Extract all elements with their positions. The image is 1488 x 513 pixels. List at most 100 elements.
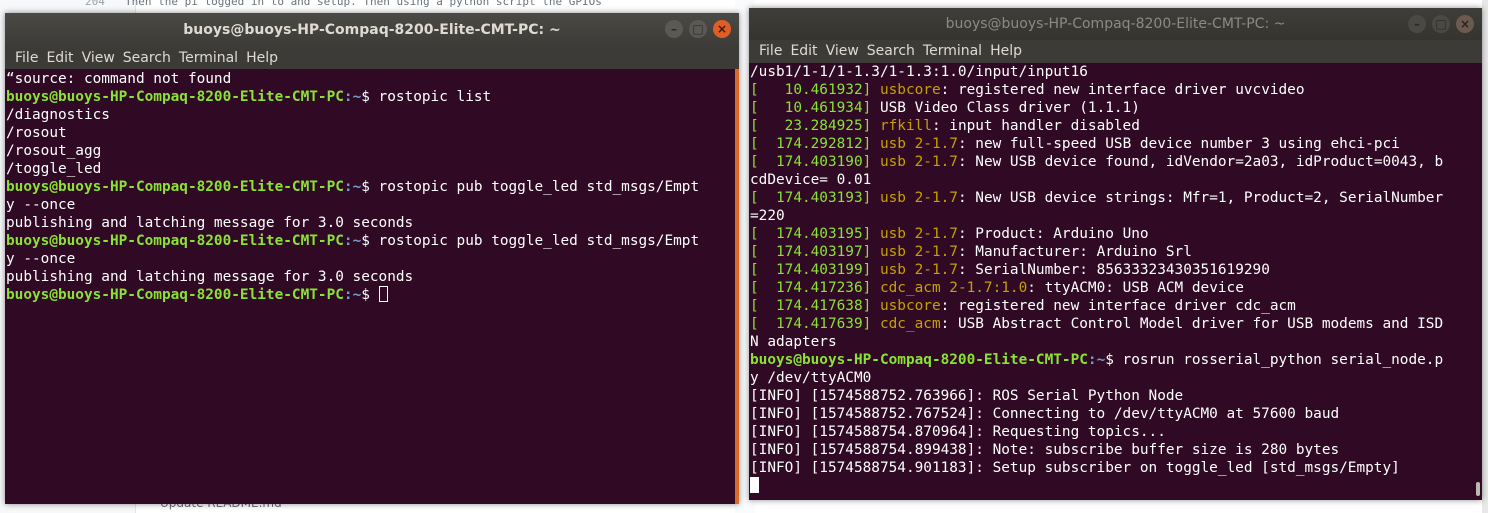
dmesg-device: rfkill (879, 118, 932, 134)
window-titlebar[interactable]: buoys@buoys-HP-Compaq-8200-Elite-CMT-PC:… (5, 13, 739, 47)
prompt-user: buoys@buoys-HP-Compaq-8200-Elite-CMT-PC (6, 89, 344, 105)
terminal-output[interactable]: “source: command not found buoys@buoys-HP… (5, 69, 739, 304)
menu-edit[interactable]: Edit (42, 47, 77, 69)
dmesg-line: =220 (750, 207, 1480, 225)
output-line: /rosout_agg (6, 143, 102, 159)
output-line: /toggle_led (6, 161, 102, 177)
dmesg-device: cdc_acm 2-1.7:1.0 (879, 280, 1028, 296)
menu-search[interactable]: Search (863, 40, 919, 63)
dmesg-message: : SerialNumber: 85633323430351619290 (957, 262, 1270, 278)
prompt-line: buoys@buoys-HP-Compaq-8200-Elite-CMT-PC:… (6, 232, 737, 250)
command-wrap: y /dev/ttyACM0 (750, 370, 872, 386)
dmesg-message: N adapters (750, 334, 837, 350)
line-number: 204 (85, 0, 105, 8)
prompt-path: :~ (1087, 352, 1106, 368)
prompt-path: :~ (343, 179, 362, 195)
dmesg-message: : registered new interface driver cdc_ac… (940, 298, 1296, 314)
window-title: buoys@buoys-HP-Compaq-8200-Elite-CMT-PC:… (183, 22, 561, 38)
menu-terminal[interactable]: Terminal (175, 47, 242, 69)
dmesg-device: usb 2-1.7 (879, 154, 958, 170)
terminal-window-right[interactable]: buoys@buoys-HP-Compaq-8200-Elite-CMT-PC:… (749, 8, 1482, 500)
dmesg-line: [ 174.403193] usb 2-1.7: New USB device … (750, 189, 1480, 207)
menu-help[interactable]: Help (242, 47, 282, 69)
menu-file[interactable]: File (11, 47, 42, 69)
dmesg-message: : New USB device strings: Mfr=1, Product… (957, 190, 1444, 206)
dmesg-timestamp: [ 23.284925] (750, 118, 872, 134)
menu-edit[interactable]: Edit (786, 40, 821, 63)
dmesg-message: : USB Abstract Control Model driver for … (940, 316, 1444, 332)
output-line: publishing and latching message for 3.0 … (6, 269, 414, 285)
info-line: [INFO] [1574588752.763966]: ROS Serial P… (750, 388, 1184, 404)
window-edge-highlight (735, 69, 739, 504)
menu-view[interactable]: View (78, 47, 119, 69)
dmesg-message: : New USB device found, idVendor=2a03, i… (957, 154, 1444, 170)
dmesg-device: usb 2-1.7 (879, 190, 958, 206)
dmesg-line: [ 174.403195] usb 2-1.7: Product: Arduin… (750, 225, 1480, 243)
prompt-user: buoys@buoys-HP-Compaq-8200-Elite-CMT-PC (750, 352, 1088, 368)
output-line: “source: command not found (6, 71, 232, 87)
editor-line: 204 Then the pi logged in to and setup. T… (85, 0, 602, 8)
command-text: $ rostopic list (361, 89, 492, 105)
dmesg-timestamp: [ 174.403197] (750, 244, 872, 260)
dmesg-message: : input handler disabled (931, 118, 1140, 134)
dmesg-device: usb 2-1.7 (879, 226, 958, 242)
dmesg-line: [ 174.403190] usb 2-1.7: New USB device … (750, 153, 1480, 171)
prompt-line: buoys@buoys-HP-Compaq-8200-Elite-CMT-PC:… (6, 88, 737, 106)
menu-terminal[interactable]: Terminal (919, 40, 986, 63)
info-line: [INFO] [1574588752.767524]: Connecting t… (750, 406, 1340, 422)
prompt-user: buoys@buoys-HP-Compaq-8200-Elite-CMT-PC (6, 233, 344, 249)
menu-search[interactable]: Search (119, 47, 175, 69)
dmesg-device: cdc_acm (879, 316, 941, 332)
dmesg-device: usb 2-1.7 (879, 244, 958, 260)
dmesg-timestamp: [ 10.461934] (750, 100, 872, 116)
dmesg-message: : registered new interface driver uvcvid… (940, 82, 1305, 98)
terminal-output[interactable]: /usb1/1-1/1-1.3/1-1.3:1.0/input/input16[… (749, 63, 1482, 495)
minimize-button[interactable]: – (1408, 15, 1426, 33)
output-line: /usb1/1-1/1-1.3/1-1.3:1.0/input/input16 (750, 64, 1088, 80)
dmesg-device: usbcore (879, 298, 941, 314)
dmesg-device: usb 2-1.7 (879, 262, 958, 278)
dmesg-timestamp: [ 174.417638] (750, 298, 872, 314)
dmesg-line: [ 23.284925] rfkill: input handler disab… (750, 117, 1480, 135)
dmesg-timestamp: [ 174.403199] (750, 262, 872, 278)
minimize-button[interactable]: – (665, 20, 683, 38)
dmesg-message: : new full-speed USB device number 3 usi… (957, 136, 1400, 152)
dmesg-message: : ttyACM0: USB ACM device (1027, 280, 1244, 296)
dmesg-timestamp: [ 174.417236] (750, 280, 872, 296)
window-controls: – □ × (1408, 15, 1474, 33)
text-cursor (378, 286, 388, 302)
menu-file[interactable]: File (755, 40, 786, 63)
prompt-user: buoys@buoys-HP-Compaq-8200-Elite-CMT-PC (6, 287, 344, 303)
maximize-button[interactable]: □ (1432, 15, 1450, 33)
window-titlebar[interactable]: buoys@buoys-HP-Compaq-8200-Elite-CMT-PC:… (749, 8, 1482, 40)
terminal-window-left[interactable]: buoys@buoys-HP-Compaq-8200-Elite-CMT-PC:… (5, 13, 739, 504)
close-button[interactable]: × (713, 20, 731, 38)
prompt-line: buoys@buoys-HP-Compaq-8200-Elite-CMT-PC:… (750, 351, 1480, 369)
dmesg-message: : Product: Arduino Uno (957, 226, 1149, 242)
prompt-path: :~ (343, 287, 362, 303)
dmesg-line: [ 174.403197] usb 2-1.7: Manufacturer: A… (750, 243, 1480, 261)
command-wrap: y --once (6, 251, 76, 267)
scrollbar-thumb[interactable] (1476, 482, 1480, 496)
dmesg-line: [ 174.403199] usb 2-1.7: SerialNumber: 8… (750, 261, 1480, 279)
info-line: [INFO] [1574588754.901183]: Setup subscr… (750, 460, 1400, 476)
menu-view[interactable]: View (822, 40, 863, 63)
command-text: $ (361, 287, 379, 303)
dmesg-timestamp: [ 174.403190] (750, 154, 872, 170)
window-title: buoys@buoys-HP-Compaq-8200-Elite-CMT-PC:… (945, 16, 1286, 32)
dmesg-message: =220 (750, 208, 785, 224)
dmesg-message: : Manufacturer: Arduino Srl (957, 244, 1192, 260)
dmesg-line: cdDevice= 0.01 (750, 171, 1480, 189)
close-button[interactable]: × (1456, 15, 1474, 33)
menu-bar: File Edit View Search Terminal Help (749, 40, 1482, 63)
prompt-path: :~ (343, 89, 362, 105)
maximize-button[interactable]: □ (689, 20, 707, 38)
menu-help[interactable]: Help (986, 40, 1026, 63)
prompt-line: buoys@buoys-HP-Compaq-8200-Elite-CMT-PC:… (6, 178, 737, 196)
dmesg-line: [ 10.461932] usbcore: registered new int… (750, 81, 1480, 99)
command-wrap: y --once (6, 197, 76, 213)
output-line: /rosout (6, 125, 67, 141)
prompt-path: :~ (343, 233, 362, 249)
info-line: [INFO] [1574588754.899438]: Note: subscr… (750, 442, 1340, 458)
dmesg-timestamp: [ 174.417639] (750, 316, 872, 332)
